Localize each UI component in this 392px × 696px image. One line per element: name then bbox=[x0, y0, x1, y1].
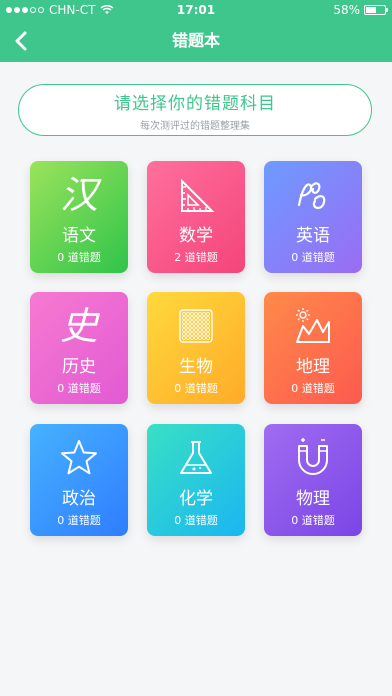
battery-icon bbox=[364, 5, 388, 15]
mistake-count: 0 道错题 bbox=[174, 382, 218, 395]
shi-glyph-icon: 史 bbox=[59, 304, 98, 348]
subject-card-politics[interactable]: 政治 0 道错题 bbox=[30, 424, 128, 536]
subject-prompt-banner: 请选择你的错题科目 每次测评过的错题整理集 bbox=[18, 84, 372, 136]
subject-name: 政治 bbox=[62, 489, 96, 509]
magnet-icon bbox=[293, 438, 333, 478]
star-icon bbox=[59, 438, 99, 478]
mistake-count: 0 道错题 bbox=[174, 514, 218, 527]
mistake-count: 0 道错题 bbox=[57, 251, 101, 264]
app-header: CHN-CT 17:01 58% 错题本 bbox=[0, 0, 392, 62]
subject-name: 历史 bbox=[62, 357, 96, 377]
mistake-count: 2 道错题 bbox=[174, 251, 218, 264]
subject-card-math[interactable]: 数学 2 道错题 bbox=[147, 161, 245, 273]
cell-grid-icon bbox=[176, 306, 216, 346]
banner-title: 请选择你的错题科目 bbox=[114, 94, 276, 114]
subject-name: 数学 bbox=[179, 226, 213, 246]
subject-name: 英语 bbox=[296, 226, 330, 246]
set-square-icon bbox=[176, 175, 216, 215]
subject-card-history[interactable]: 史 历史 0 道错题 bbox=[30, 292, 128, 404]
status-bar: CHN-CT 17:01 58% bbox=[0, 0, 392, 20]
flask-icon bbox=[176, 438, 216, 478]
nav-bar: 错题本 bbox=[0, 20, 392, 62]
subject-name: 语文 bbox=[62, 226, 96, 246]
subject-card-geography[interactable]: 地理 0 道错题 bbox=[264, 292, 362, 404]
mistake-count: 0 道错题 bbox=[291, 382, 335, 395]
subject-name: 生物 bbox=[179, 357, 213, 377]
abc-script-icon bbox=[293, 175, 333, 215]
banner-subtitle: 每次测评过的错题整理集 bbox=[140, 121, 250, 132]
subject-name: 物理 bbox=[296, 489, 330, 509]
subject-card-biology[interactable]: 生物 0 道错题 bbox=[147, 292, 245, 404]
subject-card-chemistry[interactable]: 化学 0 道错题 bbox=[147, 424, 245, 536]
battery-percent: 58% bbox=[333, 3, 360, 17]
subject-card-chinese[interactable]: 汉 语文 0 道错题 bbox=[30, 161, 128, 273]
subject-name: 化学 bbox=[179, 489, 213, 509]
mountain-sun-icon bbox=[293, 306, 333, 346]
page-title: 错题本 bbox=[171, 31, 220, 50]
subject-card-english[interactable]: 英语 0 道错题 bbox=[264, 161, 362, 273]
han-glyph-icon: 汉 bbox=[59, 173, 98, 217]
status-right: 58% bbox=[333, 0, 388, 20]
subject-card-physics[interactable]: 物理 0 道错题 bbox=[264, 424, 362, 536]
mistake-count: 0 道错题 bbox=[291, 251, 335, 264]
mistake-count: 0 道错题 bbox=[291, 514, 335, 527]
mistake-count: 0 道错题 bbox=[57, 514, 101, 527]
subject-name: 地理 bbox=[296, 357, 330, 377]
mistake-count: 0 道错题 bbox=[57, 382, 101, 395]
